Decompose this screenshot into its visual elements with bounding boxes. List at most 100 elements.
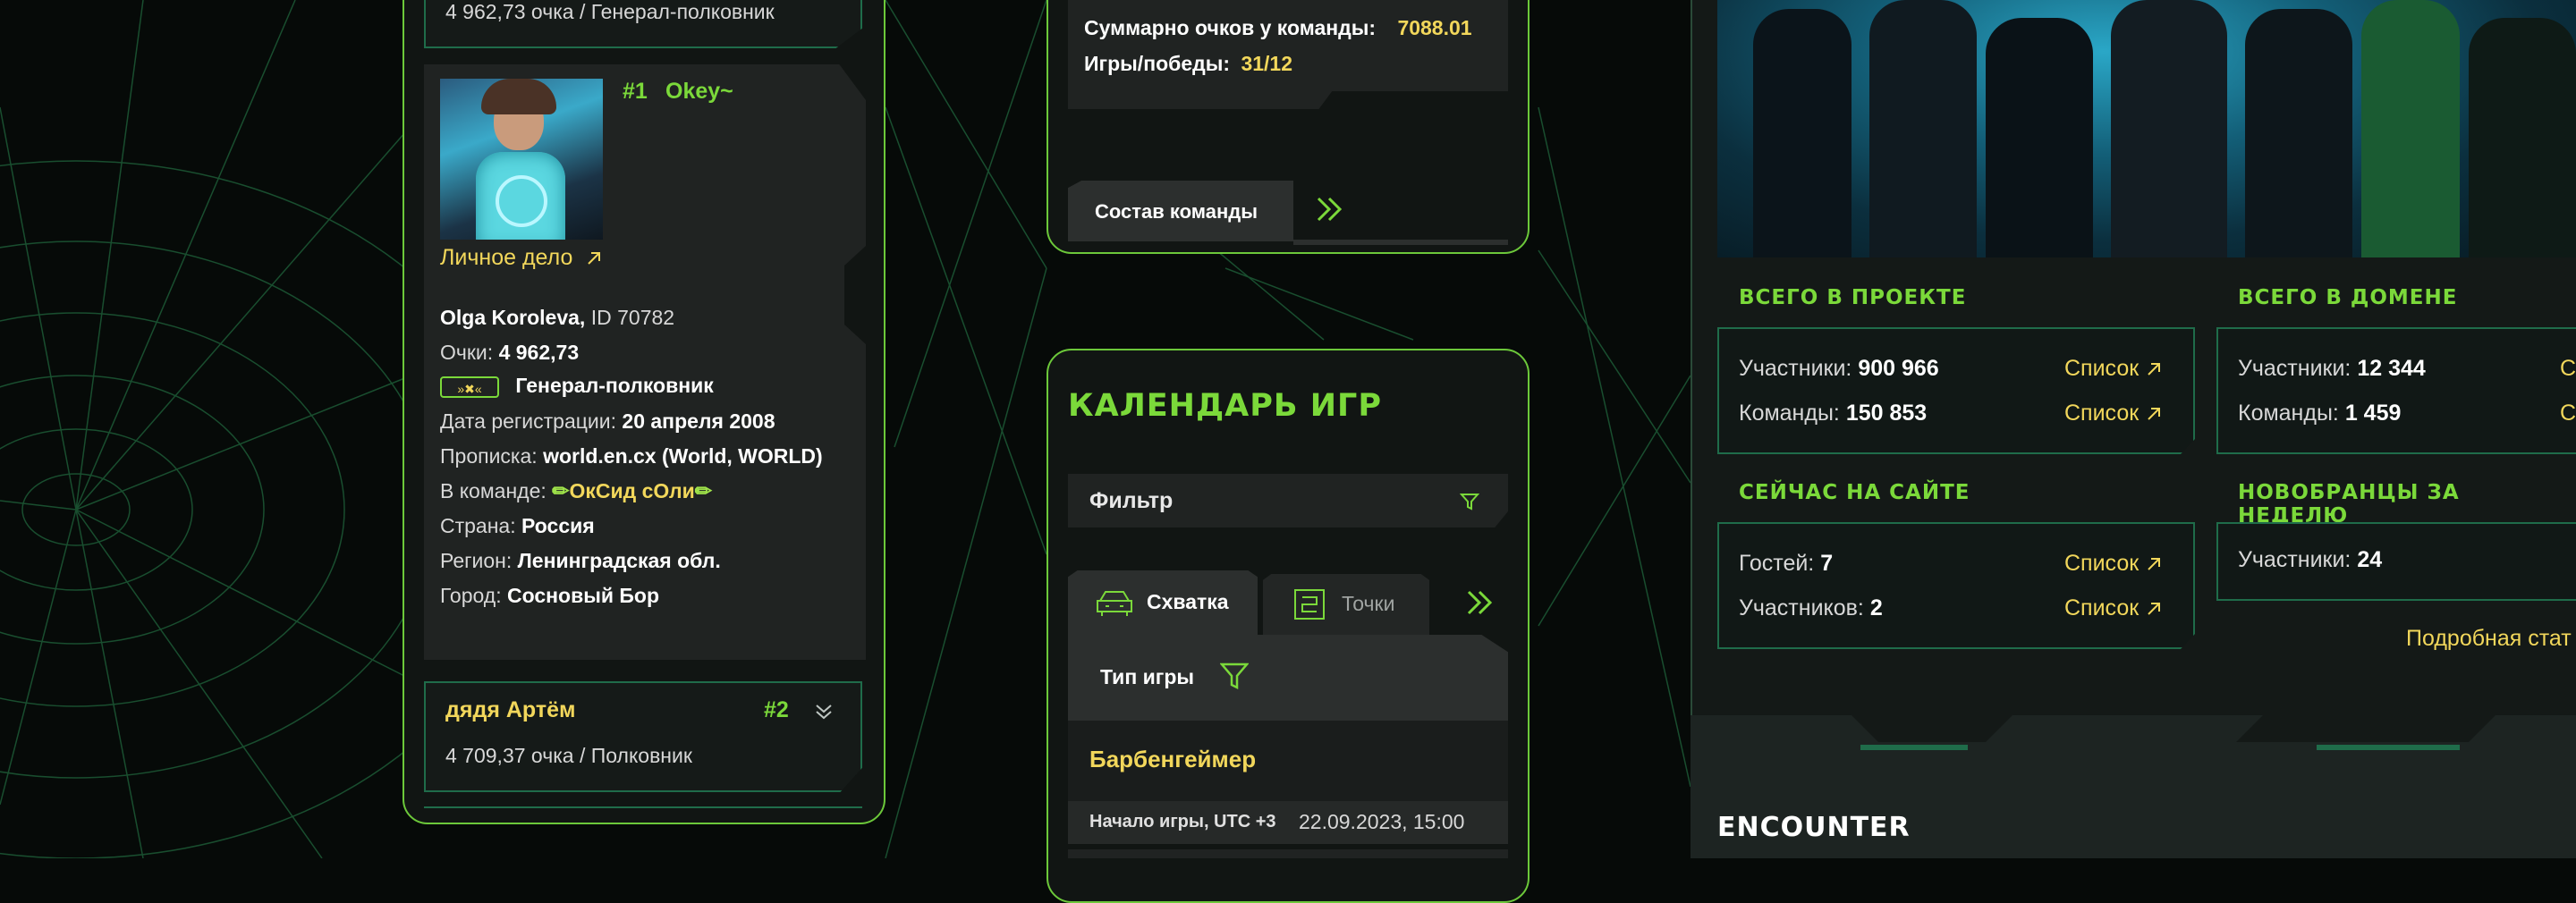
game-type-bar[interactable]: Тип игры <box>1068 635 1508 721</box>
region-value: Ленинградская обл. <box>517 549 721 572</box>
team-total-label: Суммарно очков у команды: <box>1084 16 1377 39</box>
domain-teams-list-link[interactable]: С <box>2560 401 2576 426</box>
participants-label: Участники: <box>2238 547 2351 572</box>
project-teams-line: Команды: 150 853 <box>1739 401 1927 426</box>
player-name-line: Olga Koroleva, ID 70782 <box>440 306 674 330</box>
pencil-icon: ✏ <box>552 479 570 502</box>
guests-value: 7 <box>1820 551 1834 576</box>
teams-label: Команды: <box>2238 401 2339 426</box>
filter-icon <box>1220 662 1249 690</box>
calendar-filter-bar[interactable]: Фильтр <box>1068 474 1508 527</box>
team-link[interactable]: ✏ОкСид сОли✏ <box>552 479 712 502</box>
player-title-line: »✖« Генерал-полковник <box>440 374 714 398</box>
teams-value: 150 853 <box>1845 401 1928 426</box>
next-row-edge <box>424 806 862 815</box>
newbies-stats-box: Участники: 24 <box>2216 522 2576 601</box>
player-nick[interactable]: Okey~ <box>665 79 733 105</box>
personal-file-link[interactable]: Личное дело <box>440 245 602 271</box>
double-chevron-right-icon[interactable] <box>1465 588 1496 617</box>
rank-insignia-icon: »✖« <box>440 376 499 398</box>
project-participants-list-link[interactable]: Список <box>2064 356 2162 382</box>
team-roster-tab[interactable]: Состав команды <box>1068 181 1293 241</box>
country-line: Страна: Россия <box>440 514 595 538</box>
home-value: world.en.cx (World, WORLD) <box>543 444 823 468</box>
external-arrow-icon <box>2148 558 2161 571</box>
list-link-label: С <box>2560 356 2576 381</box>
teams-value: 1 459 <box>2344 401 2402 426</box>
newbies-stats-title: Новобранцы за неделю <box>2238 481 2460 527</box>
home-domain-line: Прописка: world.en.cx (World, WORLD) <box>440 444 823 468</box>
footer-divider <box>1690 715 2576 787</box>
game-start-row: Начало игры, UTC +3 22.09.2023, 15:00 <box>1068 801 1508 844</box>
tab-tochki-label: Точки <box>1342 592 1395 615</box>
personal-file-label: Личное дело <box>440 245 573 270</box>
game-name[interactable]: Барбенгеймер <box>1089 746 1256 773</box>
online-participants-value: 2 <box>1869 595 1883 620</box>
encounter-logo[interactable]: ENCOUNTER <box>1717 812 1911 843</box>
project-stats-box: Участники: 900 966 Список Команды: 150 8… <box>1717 327 2195 454</box>
points-label: Очки: <box>440 341 494 364</box>
online-guests-list-link[interactable]: Список <box>2064 551 2162 577</box>
country-label: Страна: <box>440 514 516 537</box>
online-stats-title: Сейчас на сайте <box>1739 481 1970 504</box>
list-link-label: С <box>2560 401 2576 426</box>
game-start-value: 22.09.2023, 15:00 <box>1299 810 1465 833</box>
detailed-stats-link[interactable]: Подробная стат <box>2406 626 2572 652</box>
team-games-label: Игры/победы: <box>1084 52 1231 75</box>
city-line: Город: Сосновый Бор <box>440 584 659 608</box>
online-participants-list-link[interactable]: Список <box>2064 595 2162 621</box>
guests-label: Гостей: <box>1739 551 1815 576</box>
player-2-nick[interactable]: дядя Артём <box>445 697 576 723</box>
participants-label: Участники: <box>2238 356 2351 381</box>
player-avatar[interactable] <box>440 79 603 240</box>
team-total-line: Суммарно очков у команды: 7088.01 <box>1084 16 1472 40</box>
online-stats-box: Гостей: 7 Список Участников: 2 Список <box>1717 522 2195 649</box>
home-label: Прописка: <box>440 444 538 468</box>
player-row-2[interactable]: дядя Артём #2 4 709,37 очка / Полковник <box>424 681 862 792</box>
external-arrow-icon <box>588 252 601 266</box>
game-card[interactable]: Барбенгеймер <box>1068 721 1508 801</box>
team-name: ОкСид сОли <box>569 479 695 502</box>
city-value: Сосновый Бор <box>507 584 660 607</box>
country-value: Россия <box>521 514 595 537</box>
list-link-label: Список <box>2064 551 2140 576</box>
player-id: ID 70782 <box>590 306 675 329</box>
team-games-line: Игры/победы: 31/12 <box>1084 52 1292 76</box>
team-line: В команде: ✏ОкСид сОли✏ <box>440 479 712 503</box>
player-2-score: 4 709,37 очка / Полковник <box>445 744 692 767</box>
top-player-row[interactable]: 4 962,73 очка / Генерал-полковник <box>424 0 862 48</box>
region-label: Регион: <box>440 549 513 572</box>
tab-skhvatka-label: Схватка <box>1147 590 1229 613</box>
game-type-label: Тип игры <box>1100 665 1195 688</box>
pencil-icon: ✏ <box>694 479 712 502</box>
online-guests-line: Гостей: 7 <box>1739 551 1833 577</box>
player-2-rank: #2 <box>764 697 789 722</box>
player-name: Olga Koroleva, <box>440 306 586 329</box>
chevron-down-icon[interactable] <box>814 701 834 721</box>
online-participants-line: Участников: 2 <box>1739 595 1883 621</box>
team-roster-label: Состав команды <box>1095 200 1258 223</box>
domain-stats-title: Всего в домене <box>2238 286 2458 309</box>
reg-value: 20 апреля 2008 <box>622 409 775 433</box>
tab-tochki[interactable]: Точки <box>1263 574 1429 635</box>
game-start-label: Начало игры, UTC +3 <box>1089 812 1276 831</box>
project-teams-list-link[interactable]: Список <box>2064 401 2162 426</box>
domain-participants-line: Участники: 12 344 <box>2238 356 2426 382</box>
participants-value: 900 966 <box>1858 356 1939 381</box>
player-rank: #1 <box>623 79 648 104</box>
calendar-title: Календарь игр <box>1068 388 1382 424</box>
region-line: Регион: Ленинградская обл. <box>440 549 721 573</box>
rank-title: Генерал-полковник <box>515 374 714 397</box>
list-link-label: Список <box>2064 401 2140 426</box>
tab-skhvatka[interactable]: Схватка <box>1068 570 1258 635</box>
game-next-row <box>1068 849 1508 858</box>
team-panel-bottom-bar <box>1293 240 1508 245</box>
teams-label: Команды: <box>1739 401 1840 426</box>
domain-participants-list-link[interactable]: С <box>2560 356 2576 382</box>
external-arrow-icon <box>2148 363 2161 376</box>
participants-value: 12 344 <box>2357 356 2426 381</box>
reg-date-line: Дата регистрации: 20 апреля 2008 <box>440 409 775 434</box>
double-chevron-right-icon[interactable] <box>1315 195 1345 224</box>
external-arrow-icon <box>2148 408 2161 421</box>
newbies-participants-line: Участники: 24 <box>2238 547 2382 573</box>
